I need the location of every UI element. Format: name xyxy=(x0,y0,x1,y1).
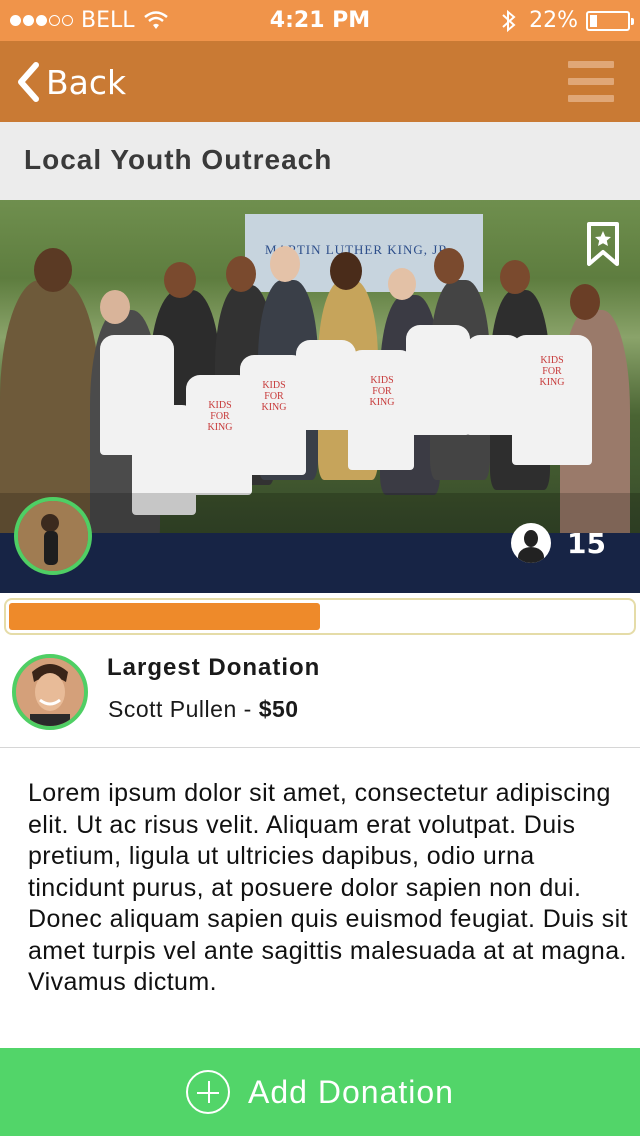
back-label: Back xyxy=(46,62,127,102)
largest-donation-detail: Scott Pullen - $50 xyxy=(108,696,299,723)
photo-kid-shirt xyxy=(406,325,470,435)
largest-donation-row[interactable]: Largest Donation Scott Pullen - $50 xyxy=(0,640,640,748)
shirt-print-text: KIDS FOR KING xyxy=(207,400,233,433)
donation-progress-bar xyxy=(4,598,636,635)
donation-separator: - xyxy=(236,696,259,722)
add-donation-label: Add Donation xyxy=(248,1073,454,1110)
battery-icon xyxy=(586,10,634,31)
photo-head xyxy=(434,248,464,284)
organizer-avatar[interactable] xyxy=(14,497,92,575)
bookmark-star-icon[interactable] xyxy=(586,222,620,266)
photo-head xyxy=(226,256,256,292)
status-right: 22% xyxy=(501,8,634,33)
participants-count: 15 xyxy=(511,523,606,563)
signal-dot-icon xyxy=(10,15,21,26)
photo-head xyxy=(500,260,530,294)
event-description: Lorem ipsum dolor sit amet, consectetur … xyxy=(28,779,628,996)
donor-avatar[interactable] xyxy=(12,654,88,730)
title-row: Local Youth Outreach xyxy=(0,122,640,200)
hamburger-menu-icon[interactable] xyxy=(568,61,614,103)
plus-circle-icon xyxy=(186,1070,231,1114)
shirt-print-text: KIDS FOR KING xyxy=(369,375,395,408)
photo-head xyxy=(34,248,72,292)
participant-count: 15 xyxy=(567,526,606,560)
donor-photo-icon xyxy=(16,658,84,726)
photo-head xyxy=(388,268,416,300)
shirt-print-text: KIDS FOR KING xyxy=(539,355,565,388)
signal-dot-empty-icon xyxy=(49,15,60,26)
photo-head xyxy=(330,252,362,290)
progress-fill xyxy=(9,603,320,630)
signal-dot-empty-icon xyxy=(62,15,73,26)
photo-head xyxy=(270,246,300,282)
wifi-icon xyxy=(143,10,168,29)
navigation-bar: Back xyxy=(0,41,640,122)
status-bar: BELL 4:21 PM 22% xyxy=(0,0,640,41)
photo-head xyxy=(164,262,196,298)
hero-photo: MARTIN LUTHER KING, JR. KIDS FOR KING KI… xyxy=(0,200,640,593)
carrier-signal: BELL xyxy=(10,8,169,33)
photo-head xyxy=(570,284,600,320)
signal-dot-icon xyxy=(36,15,47,26)
battery-percent: 22% xyxy=(529,8,578,33)
back-button[interactable]: Back xyxy=(16,57,126,107)
battery-fill xyxy=(590,14,597,27)
signal-dot-icon xyxy=(23,15,34,26)
person-photo-icon xyxy=(18,501,88,571)
photo-head xyxy=(100,290,130,324)
page-title: Local Youth Outreach xyxy=(24,144,333,175)
donation-amount: $50 xyxy=(258,696,299,722)
shirt-print-text: KIDS FOR KING xyxy=(261,380,287,413)
carrier-name: BELL xyxy=(81,8,135,33)
largest-donation-label: Largest Donation xyxy=(107,654,321,681)
bluetooth-icon xyxy=(502,9,516,32)
chevron-left-icon xyxy=(18,62,39,102)
photo-kid-shirt xyxy=(296,340,356,430)
photo-kid-shirt xyxy=(348,350,414,470)
donor-name: Scott Pullen xyxy=(108,696,237,722)
add-donation-button[interactable]: Add Donation xyxy=(0,1048,640,1136)
user-icon xyxy=(511,523,552,563)
